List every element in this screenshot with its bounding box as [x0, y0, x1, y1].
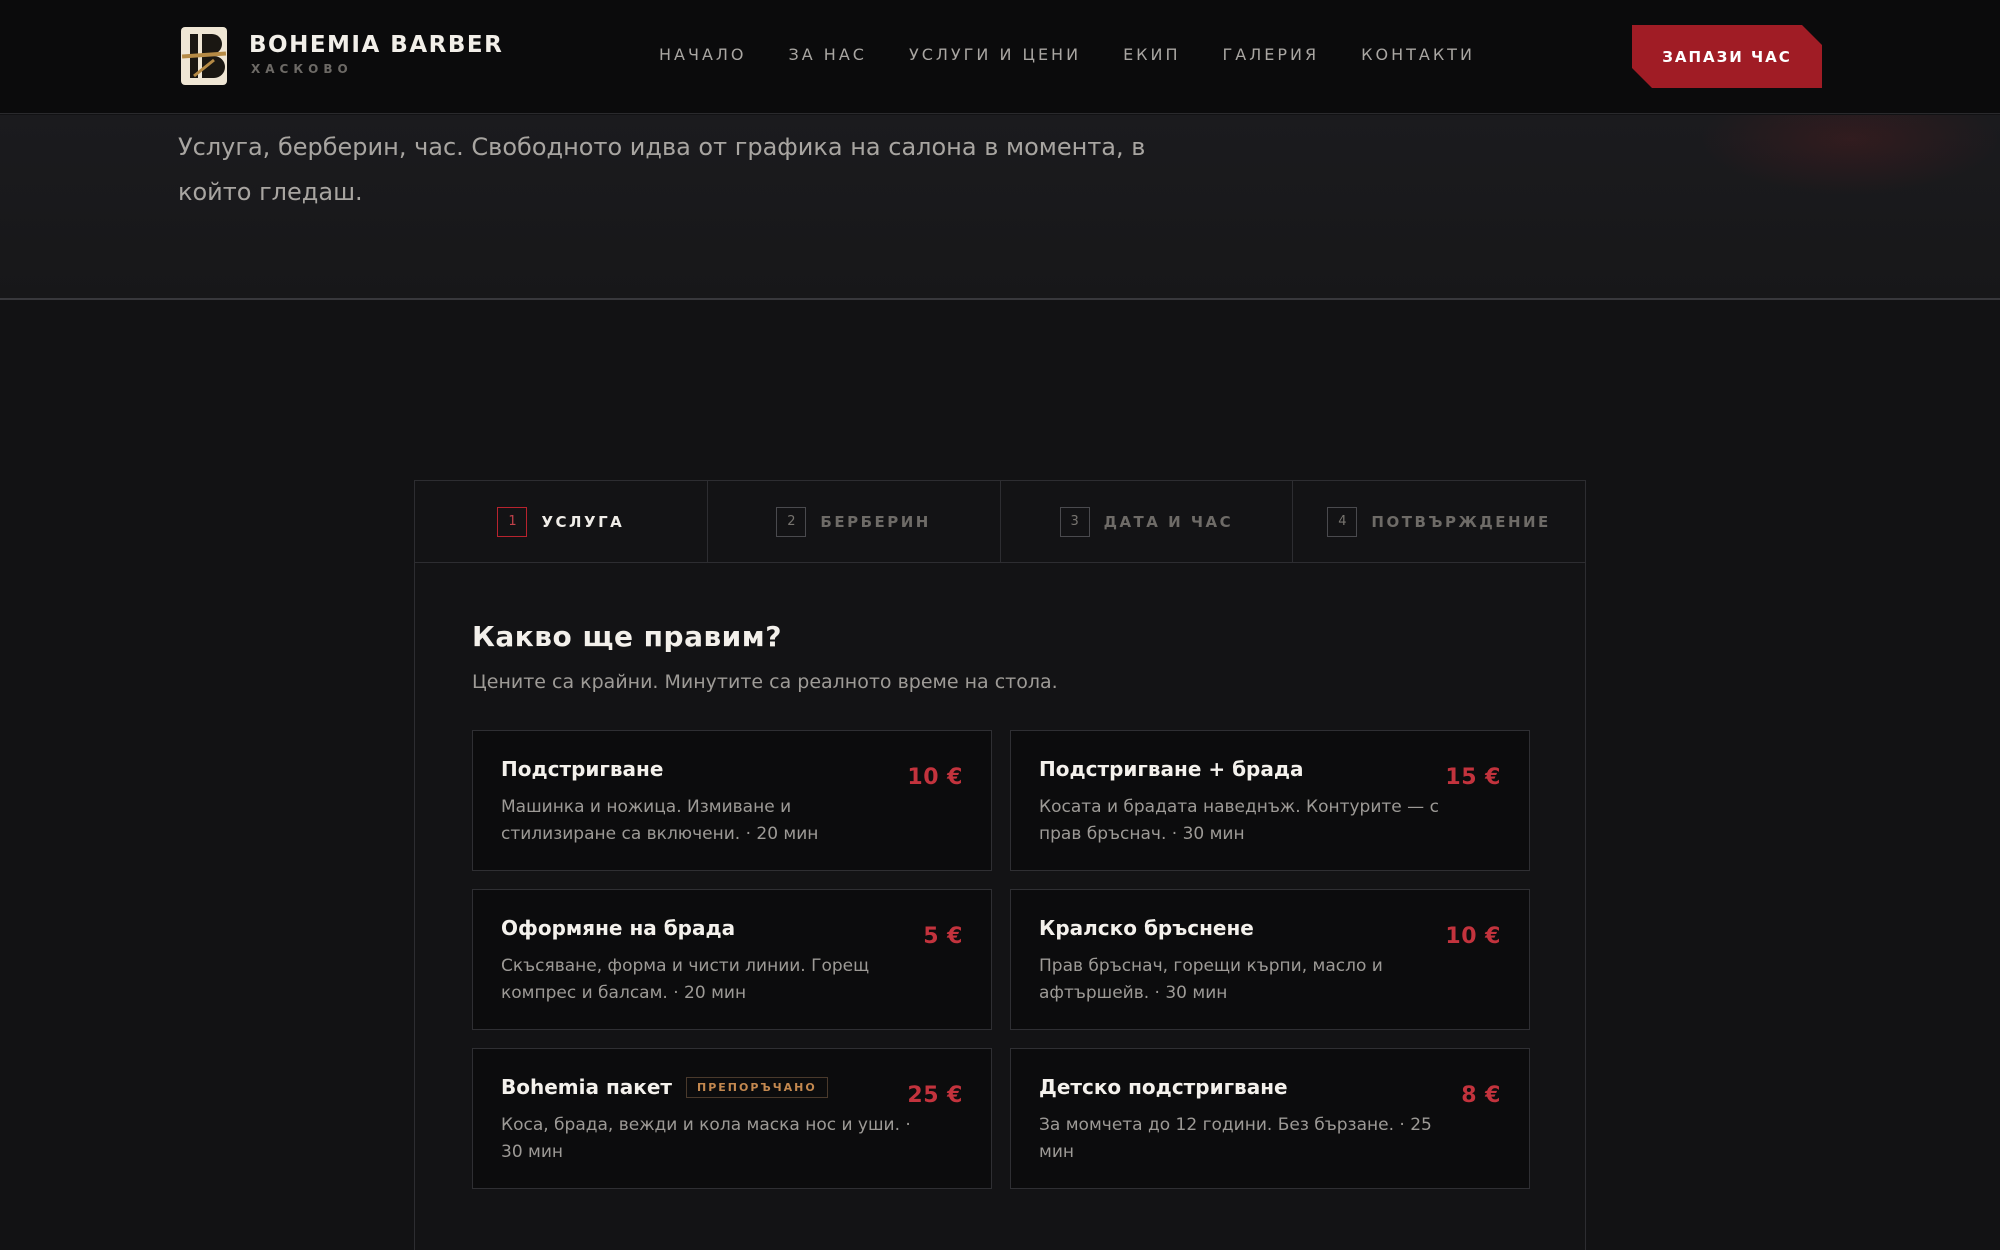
step-label: БЕРБЕРИН	[820, 512, 931, 531]
service-name-row: Подстригване + брада	[1039, 757, 1501, 781]
booking-steps: 1 УСЛУГА 2 БЕРБЕРИН 3 ДАТА И ЧАС 4 ПОТВЪ…	[415, 481, 1585, 563]
service-name-row: Детско подстригване	[1039, 1075, 1501, 1099]
hero-section: Услуга, берберин, час. Свободното идва о…	[0, 115, 2000, 300]
service-card-haircut-beard[interactable]: Подстригване + брада Косата и брадата на…	[1010, 730, 1530, 871]
nav-gallery[interactable]: ГАЛЕРИЯ	[1223, 45, 1320, 64]
service-description: Скъсяване, форма и чисти линии. Горещ ко…	[501, 956, 870, 1003]
service-name: Детско подстригване	[1039, 1075, 1288, 1099]
service-card-kids-haircut[interactable]: Детско подстригване За момчета до 12 год…	[1010, 1048, 1530, 1189]
service-price: 15 €	[1445, 765, 1501, 790]
service-card-royal-shave[interactable]: Кралско бръснене Прав бръснач, горещи къ…	[1010, 889, 1530, 1030]
step-title: Какво ще правим?	[472, 620, 782, 653]
service-name-row: Оформяне на брада	[501, 916, 963, 940]
step-label: ПОТВЪРЖДЕНИЕ	[1371, 512, 1551, 531]
service-name: Подстригване	[501, 757, 664, 781]
book-appointment-button[interactable]: ЗАПАЗИ ЧАС	[1632, 25, 1822, 88]
service-name: Подстригване + брада	[1039, 757, 1304, 781]
service-price: 10 €	[1445, 924, 1501, 949]
recommended-badge: ПРЕПОРЪЧАНО	[686, 1076, 828, 1098]
step-number: 2	[776, 506, 807, 537]
service-name-row: Кралско бръснене	[1039, 916, 1501, 940]
step-service[interactable]: 1 УСЛУГА	[415, 481, 708, 562]
step-label: УСЛУГА	[541, 512, 625, 531]
step-number: 4	[1327, 506, 1358, 537]
step-subtitle: Цените са крайни. Минутите са реалното в…	[472, 671, 1058, 693]
service-description: Косата и брадата наведнъж. Контурите — с…	[1039, 797, 1439, 844]
hero-text: Услуга, берберин, час. Свободното идва о…	[178, 133, 1146, 206]
step-date-time[interactable]: 3 ДАТА И ЧАС	[1001, 481, 1294, 562]
service-name-row: Подстригване	[501, 757, 963, 781]
booking-panel: 1 УСЛУГА 2 БЕРБЕРИН 3 ДАТА И ЧАС 4 ПОТВЪ…	[414, 480, 1586, 1250]
step-confirmation[interactable]: 4 ПОТВЪРЖДЕНИЕ	[1293, 481, 1585, 562]
brand-city: ХАСКОВО	[251, 62, 353, 76]
service-name: Кралско бръснене	[1039, 916, 1254, 940]
hero-glow	[1700, 115, 2000, 195]
service-name-row: Bohemia пакет ПРЕПОРЪЧАНО	[501, 1075, 963, 1099]
service-description: Машинка и ножица. Измиване и стилизиране…	[501, 797, 819, 844]
service-grid: Подстригване Машинка и ножица. Измиване …	[472, 730, 1530, 1189]
brand-name[interactable]: BOHEMIA BARBER	[249, 32, 503, 58]
service-card-haircut[interactable]: Подстригване Машинка и ножица. Измиване …	[472, 730, 992, 871]
service-description: За момчета до 12 години. Без бързане. · …	[1039, 1115, 1432, 1162]
service-price: 25 €	[907, 1083, 963, 1108]
service-description: Прав бръснач, горещи кърпи, масло и афтъ…	[1039, 956, 1383, 1003]
service-step-content: Какво ще правим? Цените са крайни. Минут…	[415, 620, 1585, 1189]
service-card-beard-trim[interactable]: Оформяне на брада Скъсяване, форма и чис…	[472, 889, 992, 1030]
nav-services[interactable]: УСЛУГИ И ЦЕНИ	[909, 45, 1081, 64]
bohemia-logo-icon[interactable]	[180, 26, 228, 86]
service-price: 8 €	[1461, 1083, 1501, 1108]
nav-team[interactable]: ЕКИП	[1123, 45, 1180, 64]
service-price: 5 €	[923, 924, 963, 949]
nav-home[interactable]: НАЧАЛО	[659, 45, 747, 64]
service-name: Bohemia пакет	[501, 1075, 672, 1099]
step-number: 1	[497, 506, 528, 537]
main-nav: НАЧАЛО ЗА НАС УСЛУГИ И ЦЕНИ ЕКИП ГАЛЕРИЯ…	[659, 45, 1475, 64]
step-barber[interactable]: 2 БЕРБЕРИН	[708, 481, 1001, 562]
nav-about[interactable]: ЗА НАС	[789, 45, 867, 64]
step-label: ДАТА И ЧАС	[1103, 512, 1234, 531]
service-card-bohemia-package[interactable]: Bohemia пакет ПРЕПОРЪЧАНО Коса, брада, в…	[472, 1048, 992, 1189]
service-description: Коса, брада, вежди и кола маска нос и уш…	[501, 1115, 911, 1162]
site-header: BOHEMIA BARBER ХАСКОВО НАЧАЛО ЗА НАС УСЛ…	[0, 0, 2000, 114]
service-name: Оформяне на брада	[501, 916, 736, 940]
nav-contacts[interactable]: КОНТАКТИ	[1361, 45, 1475, 64]
service-price: 10 €	[907, 765, 963, 790]
step-number: 3	[1059, 506, 1090, 537]
